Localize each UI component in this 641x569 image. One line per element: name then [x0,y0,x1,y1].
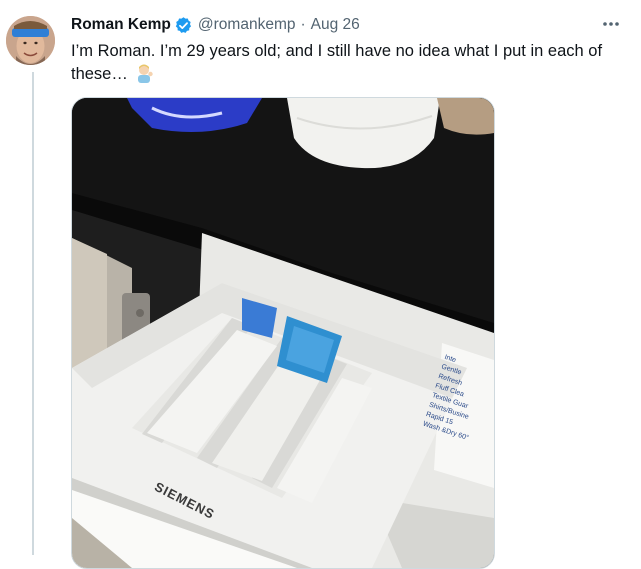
author-handle[interactable]: @romankemp [198,16,296,34]
tweet-header: Roman Kemp @romankemp · Aug 26 [71,14,360,36]
author-name[interactable]: Roman Kemp [71,16,171,34]
tweet-text: I’m Roman. I’m 29 years old; and I still… [71,40,616,90]
more-options-icon[interactable] [599,15,623,33]
tweet-media-photo[interactable]: SIEMENS Inte Gentle Refresh Fluff Clea T… [71,97,495,569]
man-tipping-hand-emoji-icon [134,63,154,90]
avatar[interactable] [6,16,55,65]
verified-badge-icon [174,16,193,35]
washing-machine-drawer-photo [72,98,494,568]
avatar-image [6,16,55,65]
thread-connector-line [32,72,34,555]
tweet-timestamp[interactable]: Aug 26 [311,16,360,34]
header-separator: · [300,16,306,33]
